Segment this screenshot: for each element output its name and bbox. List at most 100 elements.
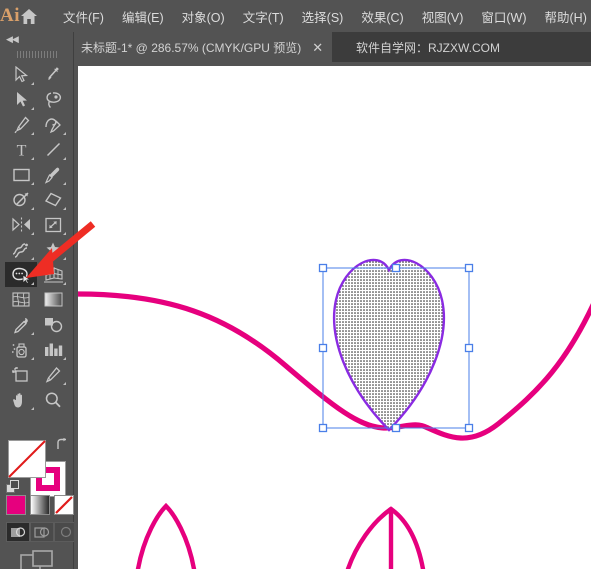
tool-expand-corner (63, 182, 66, 185)
ai-logo: Ai (0, 5, 20, 26)
watermark-label: 软件自学网：RJZXW.COM (356, 40, 500, 55)
peak-shape-left[interactable] (135, 502, 197, 569)
tool-expand-corner (31, 282, 34, 285)
draw-normal-mode[interactable] (6, 522, 30, 542)
tool-width[interactable] (5, 237, 37, 262)
menu-view[interactable]: 视图(V) (413, 3, 473, 30)
handle-top-center (391, 263, 401, 273)
draw-behind-mode[interactable] (30, 522, 54, 542)
tool-eyedropper[interactable] (5, 312, 37, 337)
swatch-row (6, 495, 74, 515)
color-controls: ••• (0, 436, 78, 569)
tool-zoom[interactable] (37, 387, 69, 412)
tool-expand-corner (31, 82, 34, 85)
tool-expand-corner (63, 207, 66, 210)
artwork-svg (78, 258, 591, 569)
fill-stroke-controls (0, 436, 74, 498)
document-tab-label: 未标题-1* @ 286.57% (CMYK/GPU 预览) (81, 40, 302, 55)
tool-expand-corner (63, 232, 66, 235)
tool-free-transform[interactable] (37, 212, 69, 237)
handle-bottom-left (318, 423, 328, 433)
tool-column-graph[interactable] (37, 337, 69, 362)
handle-top-right (464, 263, 474, 273)
tool-shaper[interactable] (5, 187, 37, 212)
tool-rectangle[interactable] (5, 162, 37, 187)
heart-path[interactable] (332, 258, 446, 432)
swap-fill-stroke-icon[interactable] (55, 437, 69, 456)
fill-none-indicator (8, 440, 46, 478)
tool-gradient[interactable] (37, 287, 69, 312)
tool-type[interactable]: T (5, 137, 37, 162)
tool-reflect[interactable] (5, 212, 37, 237)
canvas-area[interactable] (74, 62, 591, 569)
tool-expand-corner (31, 157, 34, 160)
menu-help[interactable]: 帮助(H) (536, 3, 591, 30)
tool-mesh[interactable] (5, 287, 37, 312)
tool-symbol-spray[interactable] (5, 337, 37, 362)
screen-mode-icon[interactable] (0, 548, 74, 569)
handle-top-left (318, 263, 328, 273)
tool-hand[interactable] (5, 387, 37, 412)
tool-grid: T (0, 62, 74, 412)
tool-expand-corner (31, 232, 34, 235)
tool-smooth[interactable] (5, 262, 37, 287)
tool-symbol-sprayer[interactable] (37, 237, 69, 262)
swatch-gradient[interactable] (30, 495, 50, 515)
menu-item-list: 文件(F) 编辑(E) 对象(O) 文字(T) 选择(S) 效果(C) 视图(V… (54, 3, 591, 30)
tool-expand-corner (63, 132, 66, 135)
menu-file[interactable]: 文件(F) (54, 3, 113, 30)
panel-drag-handle[interactable] (0, 46, 73, 62)
close-icon[interactable]: ✕ (312, 41, 323, 54)
tool-direct-selection[interactable] (5, 87, 37, 112)
tool-expand-corner (31, 107, 34, 110)
draw-mode-group (6, 522, 78, 542)
tools-panel: ◀◀ T (0, 32, 78, 569)
swatch-none[interactable] (54, 495, 74, 515)
tool-expand-corner (31, 357, 34, 360)
watermark-tab: 软件自学网：RJZXW.COM (347, 32, 509, 62)
menu-window[interactable]: 窗口(W) (472, 3, 535, 30)
tool-lasso[interactable] (37, 87, 69, 112)
artboard[interactable] (78, 66, 591, 569)
collapse-panel-icon[interactable]: ◀◀ (0, 32, 73, 46)
menu-select[interactable]: 选择(S) (293, 3, 353, 30)
tool-expand-corner (63, 382, 66, 385)
tool-artboard[interactable] (5, 362, 37, 387)
illustrator-window: Ai 文件(F) 编辑(E) 对象(O) 文字(T) 选择(S) 效果(C) 视… (0, 0, 591, 569)
menu-object[interactable]: 对象(O) (173, 3, 234, 30)
document-tab-bar: 未标题-1* @ 286.57% (CMYK/GPU 预览) ✕ 软件自学网：R… (0, 32, 591, 62)
menu-type[interactable]: 文字(T) (234, 3, 293, 30)
handle-middle-right (464, 343, 474, 353)
tool-expand-corner (31, 257, 34, 260)
tool-paintbrush[interactable] (37, 162, 69, 187)
handle-bottom-center (391, 423, 401, 433)
tool-expand-corner (63, 157, 66, 160)
home-icon[interactable] (20, 8, 38, 25)
tool-expand-corner (31, 407, 34, 410)
tool-blend[interactable] (37, 312, 69, 337)
tool-expand-corner (31, 182, 34, 185)
tool-selection[interactable] (5, 62, 37, 87)
tool-pen[interactable] (5, 112, 37, 137)
tool-eraser[interactable] (37, 187, 69, 212)
tool-slice[interactable] (37, 362, 69, 387)
svg-text:T: T (16, 143, 26, 159)
tool-line-segment[interactable] (37, 137, 69, 162)
tool-expand-corner (63, 357, 66, 360)
menu-edit[interactable]: 编辑(E) (113, 3, 173, 30)
handle-middle-left (318, 343, 328, 353)
tool-curvature[interactable] (37, 112, 69, 137)
handle-bottom-right (464, 423, 474, 433)
tool-magic-wand[interactable] (37, 62, 69, 87)
peak-shape-right[interactable] (345, 506, 426, 569)
tool-perspective-grid[interactable] (37, 262, 69, 287)
tool-expand-corner (31, 207, 34, 210)
tool-expand-corner (63, 257, 66, 260)
document-tab-active[interactable]: 未标题-1* @ 286.57% (CMYK/GPU 预览) ✕ (72, 32, 333, 62)
tool-expand-corner (63, 282, 66, 285)
menu-effect[interactable]: 效果(C) (352, 3, 412, 30)
swatch-color[interactable] (6, 495, 26, 515)
menu-bar: Ai 文件(F) 编辑(E) 对象(O) 文字(T) 选择(S) 效果(C) 视… (0, 0, 591, 32)
tool-expand-corner (31, 132, 34, 135)
grip-bars-icon (16, 50, 57, 58)
